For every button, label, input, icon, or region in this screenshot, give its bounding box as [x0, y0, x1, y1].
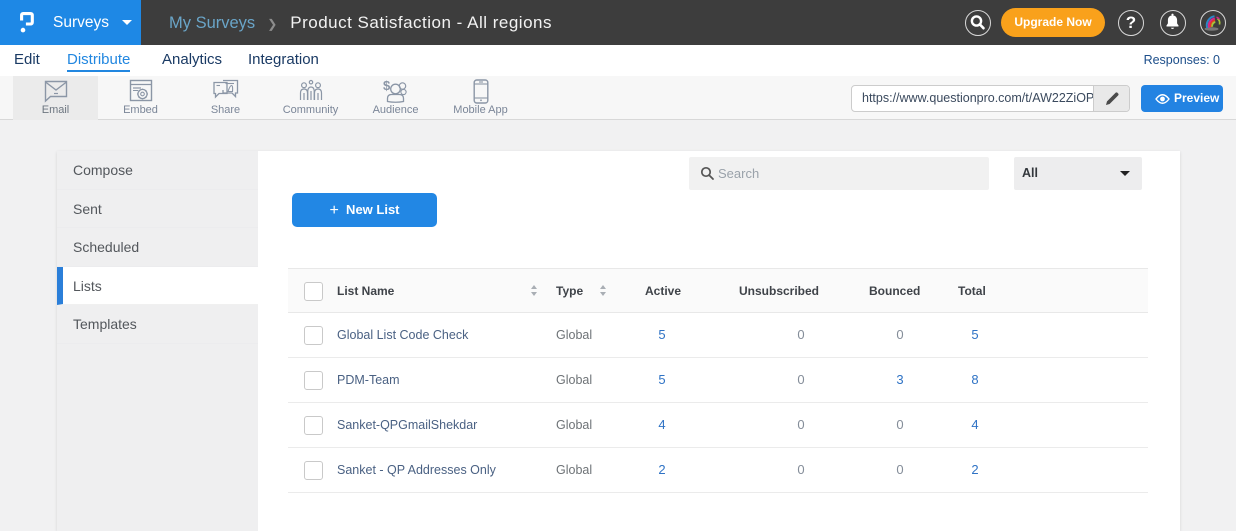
svg-text:$: $: [383, 79, 391, 93]
